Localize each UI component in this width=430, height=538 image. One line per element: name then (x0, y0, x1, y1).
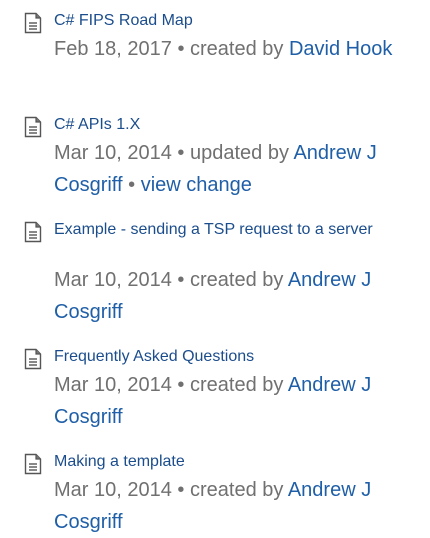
action-text: created by (190, 374, 284, 396)
action-text: created by (190, 38, 284, 60)
page-meta: Mar 10, 2014 • created by Andrew J Cosgr… (54, 264, 404, 328)
action-text: updated by (190, 142, 289, 164)
page-title-link[interactable]: C# APIs 1.X (54, 114, 140, 136)
document-page-icon (22, 453, 44, 475)
date: Mar 10, 2014 (54, 479, 172, 501)
page-title-link[interactable]: Frequently Asked Questions (54, 346, 254, 368)
page-title-link[interactable]: Example - sending a TSP request to a ser… (54, 219, 404, 241)
author-link[interactable]: David Hook (289, 38, 392, 60)
date: Mar 10, 2014 (54, 142, 172, 164)
separator: • (177, 38, 185, 60)
document-page-icon (22, 116, 44, 138)
action-text: created by (190, 479, 284, 501)
separator: • (128, 174, 136, 196)
view-change-link[interactable]: view change (141, 174, 252, 196)
date: Feb 18, 2017 (54, 38, 172, 60)
separator: • (177, 142, 185, 164)
document-page-icon (22, 348, 44, 370)
page-meta: Feb 18, 2017 • created by David Hook (54, 33, 404, 65)
date: Mar 10, 2014 (54, 269, 172, 291)
separator: • (177, 269, 185, 291)
page-title-link[interactable]: C# FIPS Road Map (54, 10, 193, 32)
action-text: created by (190, 269, 284, 291)
date: Mar 10, 2014 (54, 374, 172, 396)
page-meta: Mar 10, 2014 • created by Andrew J Cosgr… (54, 474, 404, 538)
page-meta: Mar 10, 2014 • updated by Andrew J Cosgr… (54, 137, 404, 201)
document-page-icon (22, 221, 44, 243)
document-page-icon (22, 12, 44, 34)
separator: • (177, 374, 185, 396)
separator: • (177, 479, 185, 501)
recent-updates-list: C# FIPS Road Map Feb 18, 2017 • created … (0, 0, 430, 536)
page-title-link[interactable]: Making a template (54, 451, 185, 473)
page-meta: Mar 10, 2014 • created by Andrew J Cosgr… (54, 369, 404, 433)
